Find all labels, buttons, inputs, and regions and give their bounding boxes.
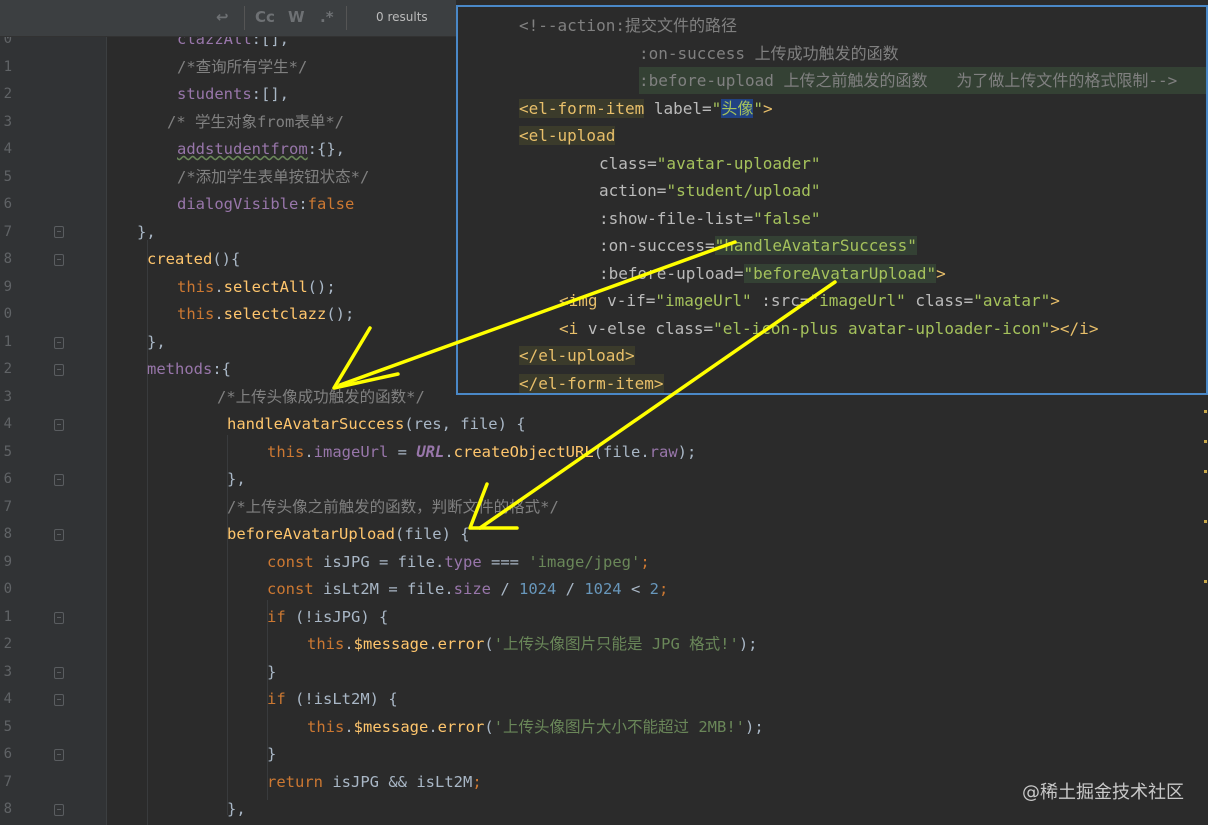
watermark: @稀土掘金技术社区 xyxy=(1022,782,1184,803)
arrowhead-success xyxy=(332,326,400,390)
arrow-line-success xyxy=(338,240,737,387)
arrow-line-before-upload xyxy=(478,280,837,530)
annotation-arrows xyxy=(332,240,837,530)
